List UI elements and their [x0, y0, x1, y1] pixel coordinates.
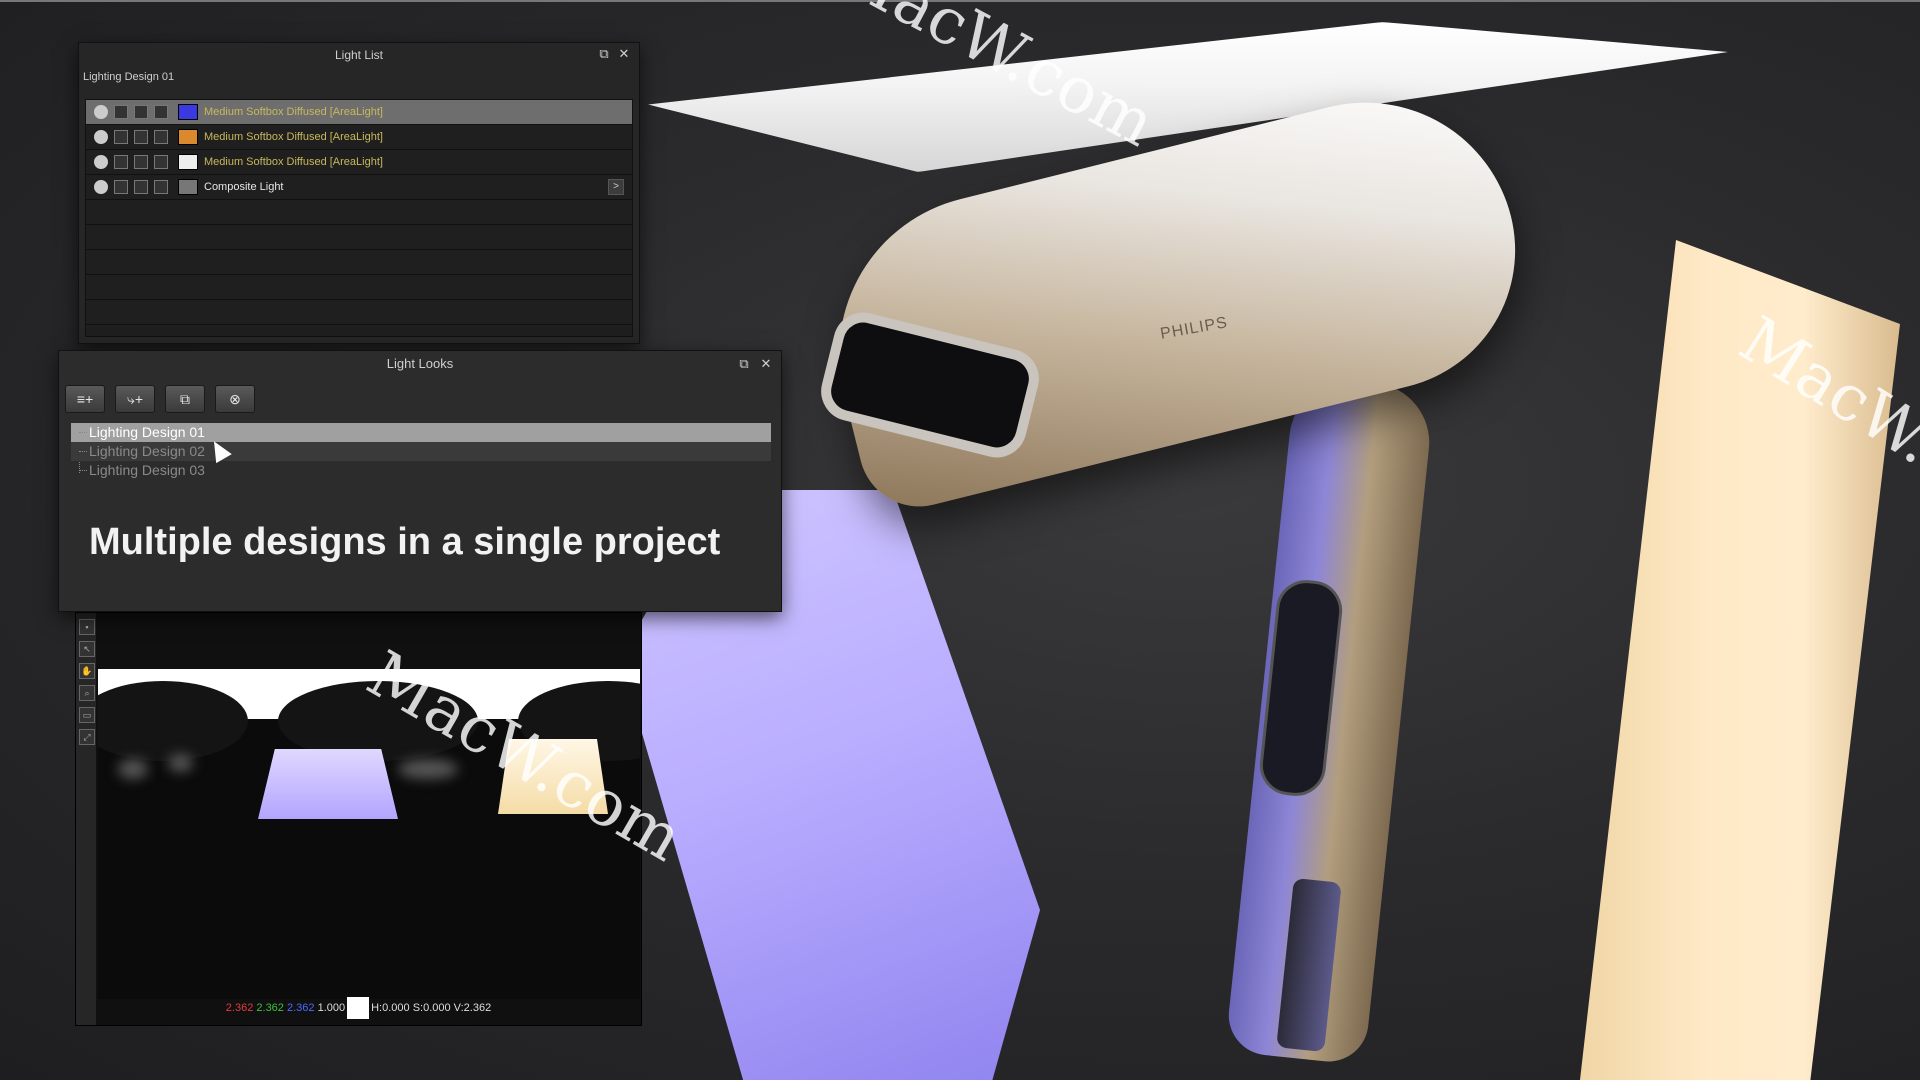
- visibility-toggle-icon[interactable]: [94, 155, 108, 169]
- feature-caption: Multiple designs in a single project: [89, 521, 721, 563]
- lock-toggle-icon[interactable]: [134, 155, 148, 169]
- light-looks-title: Light Looks: [386, 356, 454, 371]
- light-name: Composite Light: [204, 181, 284, 193]
- fit-view-icon[interactable]: ⤢: [79, 729, 95, 745]
- pixel-value-readout: 2.362 2.362 2.362 1.000 H:0.000 S:0.000 V…: [76, 997, 641, 1019]
- alpha-value: 1.000: [317, 1001, 346, 1014]
- light-name: Medium Softbox Diffused [AreaLight]: [204, 106, 383, 118]
- light-row[interactable]: Medium Softbox Diffused [AreaLight]: [86, 150, 632, 175]
- visibility-toggle-icon[interactable]: [94, 105, 108, 119]
- close-icon[interactable]: ✕: [617, 47, 631, 61]
- hdri-viewer-panel: ▪ ↖ ✋ ⌕ ▭ ⤢ 2.362 2.362 2.362 1.000 H:0.0…: [75, 612, 642, 1026]
- close-icon[interactable]: ✕: [759, 357, 773, 371]
- look-item[interactable]: Lighting Design 03: [71, 461, 771, 480]
- empty-row: [86, 225, 632, 250]
- light-looks-panel: Light Looks ⧉ ✕ ≡+ ⤷+ ⧉ ⊗ Lighting Desig…: [58, 350, 782, 612]
- light-color-swatch: [178, 104, 198, 120]
- light-name: Medium Softbox Diffused [AreaLight]: [204, 131, 383, 143]
- empty-row: [86, 250, 632, 275]
- shadow-toggle-icon[interactable]: [154, 130, 168, 144]
- solo-toggle-icon[interactable]: [114, 105, 128, 119]
- float-window-icon[interactable]: ⧉: [737, 357, 751, 371]
- empty-row: [86, 200, 632, 225]
- light-list-titlebar: Light List ⧉ ✕: [79, 43, 639, 67]
- light-name: Medium Softbox Diffused [AreaLight]: [204, 156, 383, 168]
- light-looks-titlebar: Light Looks ⧉ ✕: [59, 351, 781, 377]
- expand-arrow-icon[interactable]: >: [608, 179, 624, 195]
- hsv-value: H:0.000 S:0.000 V:2.362: [371, 1001, 492, 1014]
- green-value: 2.362: [256, 1001, 284, 1014]
- solo-toggle-icon[interactable]: [114, 155, 128, 169]
- solo-toggle-icon[interactable]: [114, 130, 128, 144]
- visibility-toggle-icon[interactable]: [94, 130, 108, 144]
- viewer-toolbar: ▪ ↖ ✋ ⌕ ▭ ⤢: [76, 613, 96, 1025]
- looks-tree: Lighting Design 01 Lighting Design 02 Li…: [71, 423, 771, 480]
- light-row[interactable]: Medium Softbox Diffused [AreaLight]: [86, 125, 632, 150]
- solo-toggle-icon[interactable]: [114, 180, 128, 194]
- lock-toggle-icon[interactable]: [134, 130, 148, 144]
- hdri-blob: [168, 754, 193, 772]
- hdri-dome: [98, 681, 248, 761]
- screenshot-stage: PHILIPS Light List ⧉ ✕ Lighting Design 0…: [0, 0, 1920, 1080]
- light-list-panel: Light List ⧉ ✕ Lighting Design 01 Medium…: [78, 42, 640, 344]
- lock-toggle-icon[interactable]: [134, 105, 148, 119]
- red-value: 2.362: [225, 1001, 254, 1014]
- blue-value: 2.362: [286, 1001, 315, 1014]
- visibility-toggle-icon[interactable]: [94, 180, 108, 194]
- shadow-toggle-icon[interactable]: [154, 105, 168, 119]
- zoom-icon[interactable]: ⌕: [79, 685, 95, 701]
- light-row[interactable]: Composite Light >: [86, 175, 632, 200]
- light-list-design-name: Lighting Design 01: [83, 71, 175, 83]
- pixel-color-swatch: [347, 997, 370, 1019]
- light-list-table: Medium Softbox Diffused [AreaLight] Medi…: [85, 99, 633, 337]
- light-color-swatch: [178, 154, 198, 170]
- hdri-blob: [398, 759, 458, 779]
- pan-hand-icon[interactable]: ✋: [79, 663, 95, 679]
- lock-toggle-icon[interactable]: [134, 180, 148, 194]
- light-row[interactable]: Medium Softbox Diffused [AreaLight]: [86, 100, 632, 125]
- add-look-button[interactable]: ≡+: [65, 385, 105, 413]
- duplicate-look-button[interactable]: ⧉: [165, 385, 205, 413]
- float-window-icon[interactable]: ⧉: [597, 47, 611, 61]
- look-item[interactable]: Lighting Design 01: [71, 423, 771, 442]
- add-child-look-button[interactable]: ⤷+: [115, 385, 155, 413]
- shadow-toggle-icon[interactable]: [154, 155, 168, 169]
- delete-look-button[interactable]: ⊗: [215, 385, 255, 413]
- select-tool-icon[interactable]: ▪: [79, 619, 95, 635]
- light-list-title: Light List: [334, 48, 384, 62]
- pointer-tool-icon[interactable]: ↖: [79, 641, 95, 657]
- empty-row: [86, 275, 632, 300]
- hdri-blob: [118, 759, 148, 779]
- composite-light-icon: [178, 179, 198, 195]
- hdri-preview-image[interactable]: [98, 669, 640, 999]
- light-color-swatch: [178, 129, 198, 145]
- hdri-purple-light: [258, 749, 398, 819]
- shadow-toggle-icon[interactable]: [154, 180, 168, 194]
- light-looks-toolbar: ≡+ ⤷+ ⧉ ⊗: [59, 377, 781, 417]
- empty-row: [86, 300, 632, 325]
- look-item[interactable]: Lighting Design 02: [71, 442, 771, 461]
- region-tool-icon[interactable]: ▭: [79, 707, 95, 723]
